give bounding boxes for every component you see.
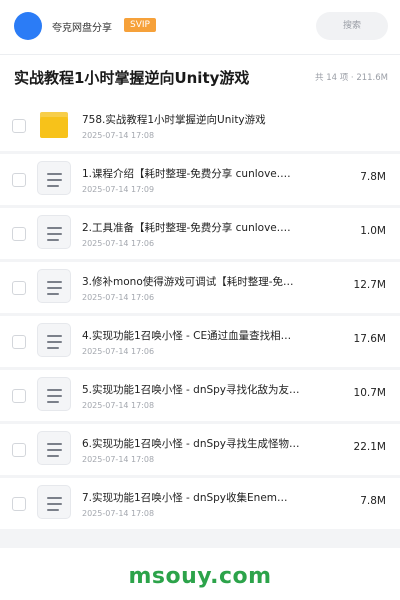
- file-name[interactable]: 3.修补mono使得游戏可调试【耗时整理-免费分享…: [82, 274, 300, 289]
- file-name[interactable]: 758.实战教程1小时掌握逆向Unity游戏: [82, 112, 300, 127]
- file-row[interactable]: 5.实现功能1召唤小怪 - dnSpy寻找化敌为友… 2025-07-14 17:…: [0, 370, 400, 421]
- row-checkbox[interactable]: [12, 389, 26, 403]
- file-summary: 共 14 项 · 211.6M: [315, 73, 388, 83]
- document-icon: [37, 215, 71, 249]
- row-checkbox[interactable]: [12, 281, 26, 295]
- file-size: 7.8M: [360, 171, 386, 183]
- file-date: 2025-07-14 17:06: [82, 239, 155, 248]
- row-checkbox[interactable]: [12, 497, 26, 511]
- file-date: 2025-07-14 17:08: [82, 509, 155, 518]
- file-name[interactable]: 5.实现功能1召唤小怪 - dnSpy寻找化敌为友…: [82, 382, 300, 397]
- file-date: 2025-07-14 17:08: [82, 131, 155, 140]
- file-size: 10.7M: [353, 387, 386, 399]
- row-checkbox[interactable]: [12, 335, 26, 349]
- row-checkbox[interactable]: [12, 443, 26, 457]
- row-checkbox[interactable]: [12, 173, 26, 187]
- document-icon: [37, 323, 71, 357]
- file-date: 2025-07-14 17:08: [82, 455, 155, 464]
- file-row[interactable]: 6.实现功能1召唤小怪 - dnSpy寻找生成怪物… 2025-07-14 17:…: [0, 424, 400, 475]
- file-date: 2025-07-14 17:09: [82, 185, 155, 194]
- file-row[interactable]: 758.实战教程1小时掌握逆向Unity游戏 2025-07-14 17:08: [0, 100, 400, 151]
- document-icon: [37, 485, 71, 519]
- row-checkbox[interactable]: [12, 119, 26, 133]
- file-row[interactable]: 2.工具准备【耗时整理-免费分享 cunlove.… 2025-07-14 17:…: [0, 208, 400, 259]
- top-bar: 夸克网盘分享 SVIP 搜索: [0, 0, 400, 54]
- folder-icon: [40, 112, 68, 138]
- file-name[interactable]: 4.实现功能1召唤小怪 - CE通过血量查找相关类…: [82, 328, 300, 343]
- file-row[interactable]: 1.课程介绍【耗时整理-免费分享 cunlove.… 2025-07-14 17:…: [0, 154, 400, 205]
- footer: msouy.com: [0, 548, 400, 600]
- document-icon: [37, 269, 71, 303]
- document-icon: [37, 377, 71, 411]
- file-size: 17.6M: [353, 333, 386, 345]
- file-date: 2025-07-14 17:06: [82, 347, 155, 356]
- file-name[interactable]: 7.实现功能1召唤小怪 - dnSpy收集Enem…: [82, 490, 300, 505]
- svip-badge: SVIP: [124, 18, 156, 32]
- file-size: 7.8M: [360, 495, 386, 507]
- page-title: 实战教程1小时掌握逆向Unity游戏: [14, 69, 250, 87]
- file-row[interactable]: 4.实现功能1召唤小怪 - CE通过血量查找相关类… 2025-07-14 17:…: [0, 316, 400, 367]
- avatar[interactable]: [14, 12, 42, 40]
- document-icon: [37, 431, 71, 465]
- row-checkbox[interactable]: [12, 227, 26, 241]
- file-row[interactable]: 7.实现功能1召唤小怪 - dnSpy收集Enem… 2025-07-14 17:…: [0, 478, 400, 529]
- file-size: 22.1M: [353, 441, 386, 453]
- user-name: 夸克网盘分享: [52, 23, 112, 34]
- file-date: 2025-07-14 17:08: [82, 401, 155, 410]
- file-name[interactable]: 2.工具准备【耗时整理-免费分享 cunlove.…: [82, 220, 300, 235]
- folder-header: 实战教程1小时掌握逆向Unity游戏 共 14 项 · 211.6M: [0, 54, 400, 100]
- watermark: msouy.com: [128, 564, 272, 589]
- file-size: 1.0M: [360, 225, 386, 237]
- file-name[interactable]: 6.实现功能1召唤小怪 - dnSpy寻找生成怪物…: [82, 436, 300, 451]
- search-input[interactable]: 搜索: [316, 12, 388, 40]
- file-name[interactable]: 1.课程介绍【耗时整理-免费分享 cunlove.…: [82, 166, 300, 181]
- document-icon: [37, 161, 71, 195]
- file-date: 2025-07-14 17:06: [82, 293, 155, 302]
- file-row[interactable]: 3.修补mono使得游戏可调试【耗时整理-免费分享… 2025-07-14 17:…: [0, 262, 400, 313]
- file-size: 12.7M: [353, 279, 386, 291]
